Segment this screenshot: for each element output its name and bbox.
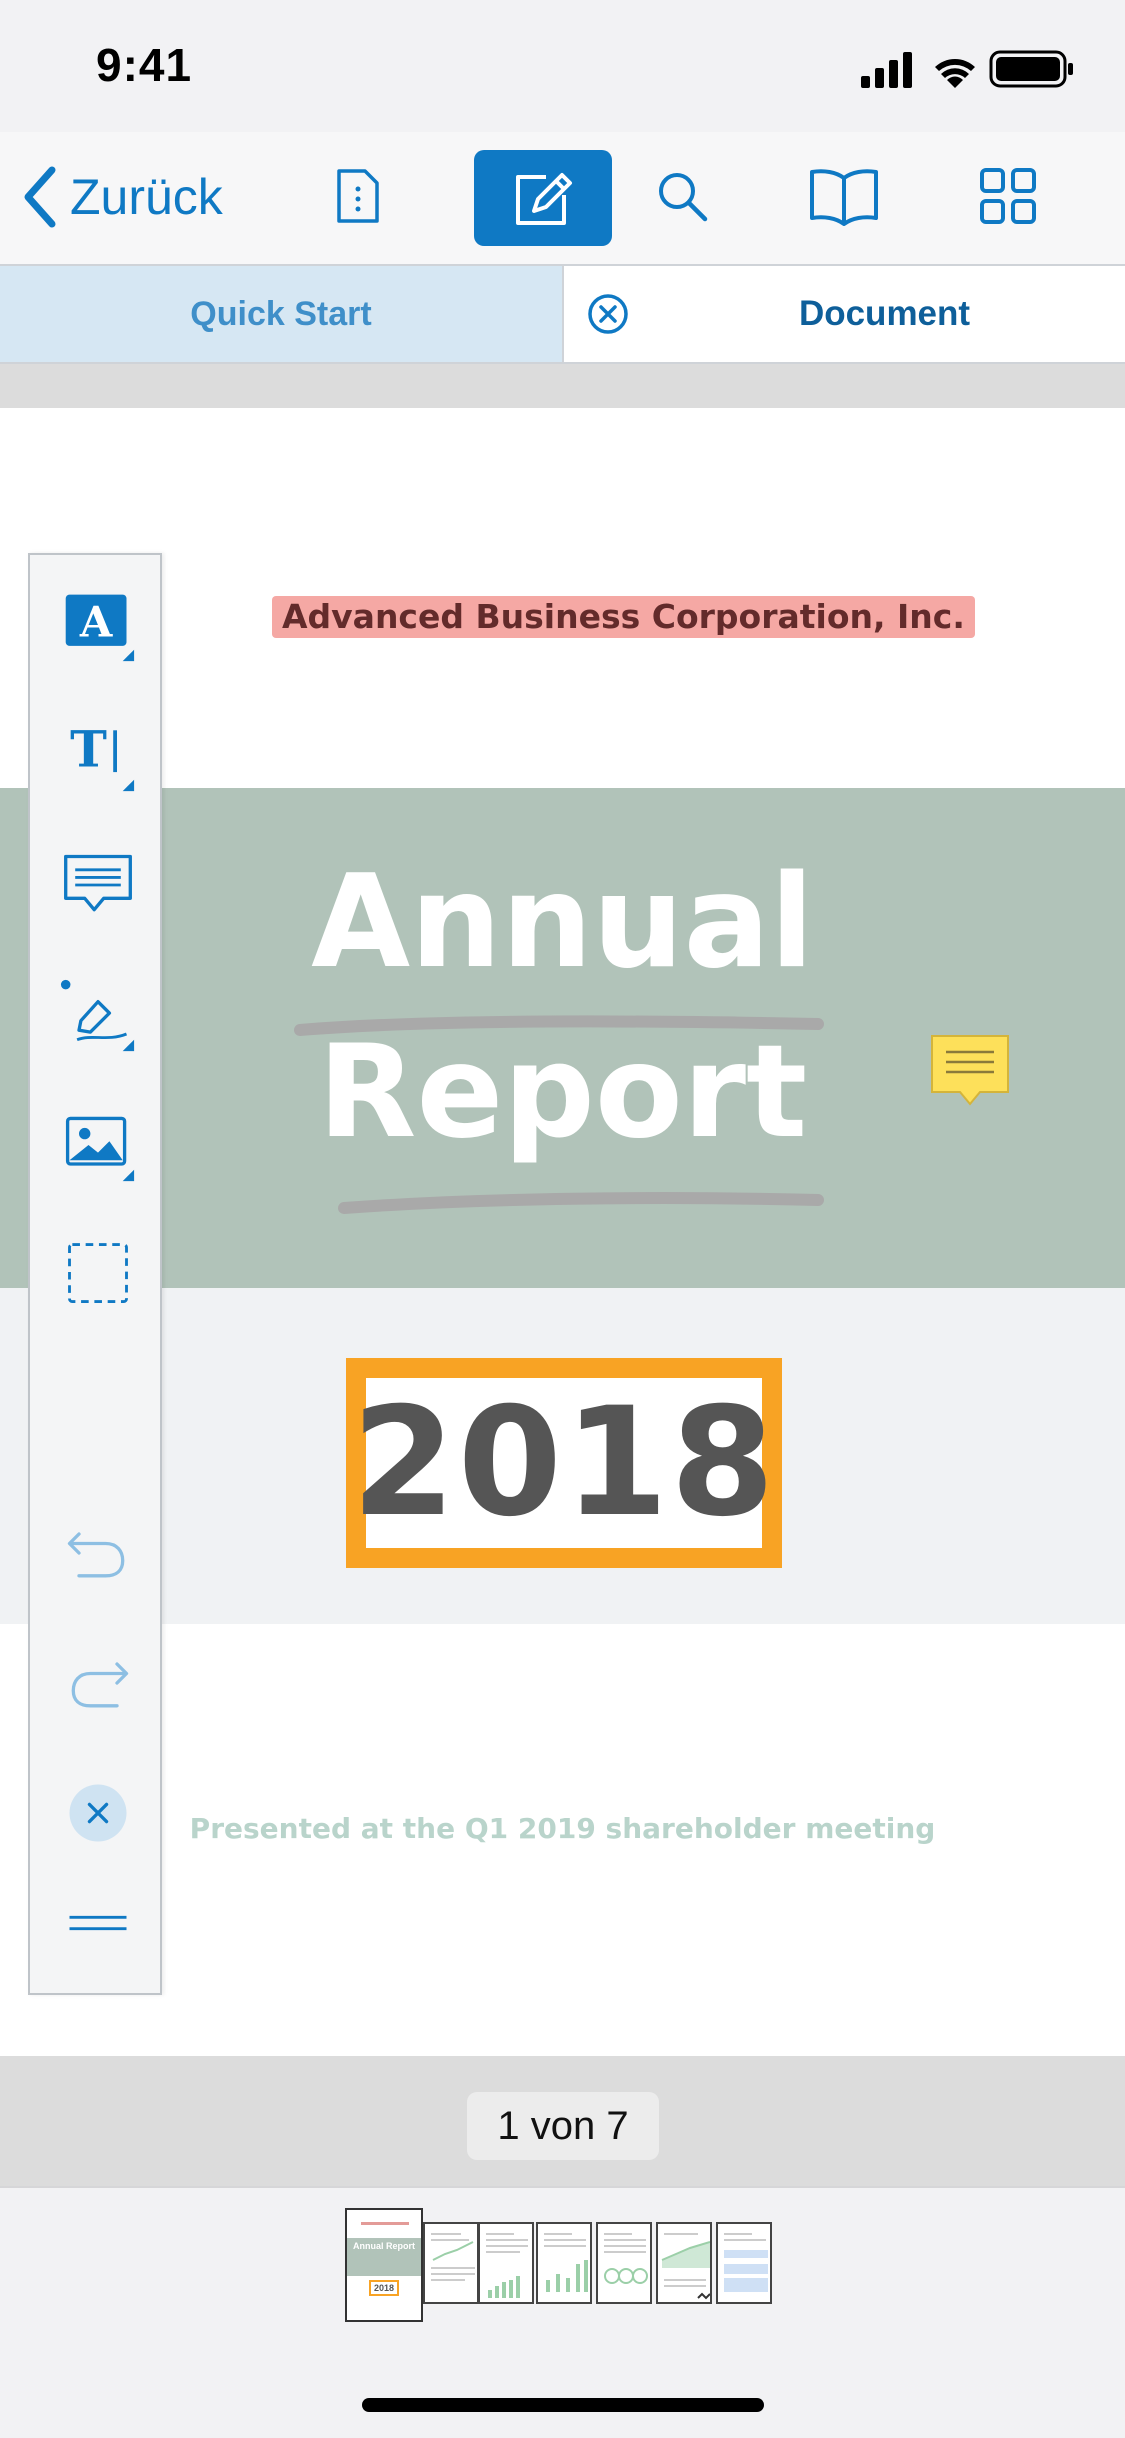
status-icons — [861, 46, 1081, 92]
image-tool-button[interactable] — [60, 1107, 136, 1183]
thumbnail-page-1[interactable]: Annual Report 2018 — [345, 2208, 423, 2322]
year-box: 2018 — [346, 1358, 782, 1568]
thumb-year: 2018 — [369, 2280, 399, 2296]
highlight-tool-button[interactable]: A — [60, 587, 136, 663]
thumbnail-page-6[interactable] — [656, 2222, 712, 2304]
drag-handle-icon — [69, 1915, 127, 1931]
redo-button[interactable] — [60, 1645, 136, 1721]
note-tool-button[interactable] — [60, 847, 136, 923]
bookmarks-button[interactable] — [794, 146, 894, 246]
home-indicator[interactable] — [362, 2398, 764, 2412]
document-outline-button[interactable] — [308, 146, 408, 246]
tab-document-label: Document — [798, 294, 971, 333]
free-text-tool-button[interactable]: T — [60, 717, 136, 793]
selection-rect-icon — [68, 1243, 128, 1304]
thumbnail-page-4[interactable] — [536, 2222, 592, 2304]
search-button[interactable] — [632, 146, 732, 246]
undo-button[interactable] — [60, 1515, 136, 1591]
cellular-signal-icon — [861, 52, 912, 88]
thumb-title: Annual Report — [353, 2241, 415, 2251]
thumbnail-grid-button[interactable] — [958, 146, 1058, 246]
wifi-icon — [935, 59, 975, 88]
highlight-text-icon: A — [65, 594, 135, 662]
chevron-left-icon — [24, 166, 56, 228]
thumbnail-page-5[interactable] — [596, 2222, 652, 2304]
tab-quick-start[interactable]: Quick Start — [0, 266, 562, 362]
svg-text:A: A — [79, 597, 113, 646]
edit-pencil-icon — [516, 173, 572, 225]
annotation-toolbar: A T — [28, 553, 162, 1995]
navigation-bar: Zurück — [0, 132, 1125, 266]
toolbar-drag-handle[interactable] — [60, 1885, 136, 1961]
back-button[interactable]: Zurück — [22, 162, 223, 232]
tab-document[interactable]: Document — [564, 266, 1125, 362]
sticky-note-icon[interactable] — [928, 1032, 1012, 1116]
battery-icon — [989, 50, 1073, 88]
back-label: Zurück — [70, 169, 223, 225]
thumb-company-line — [361, 2222, 409, 2225]
image-icon — [65, 1116, 135, 1182]
close-icon — [69, 1784, 127, 1842]
year-band: 2018 — [0, 1288, 1125, 1624]
svg-text:T: T — [70, 720, 107, 778]
thumbnail-page-2[interactable] — [423, 2222, 479, 2304]
document-outline-icon — [337, 169, 379, 223]
edit-annotations-button[interactable] — [474, 150, 612, 246]
undo-icon — [67, 1532, 125, 1578]
grid-icon — [980, 168, 1036, 224]
ink-tool-button[interactable] — [60, 977, 136, 1053]
document-page[interactable]: Advanced Business Corporation, Inc. Annu… — [0, 408, 1125, 2056]
redo-icon — [71, 1662, 129, 1708]
document-tabs: Quick Start Document — [0, 266, 1125, 364]
thumbnail-page-7[interactable] — [716, 2222, 772, 2304]
close-toolbar-button[interactable] — [60, 1775, 136, 1851]
ink-pen-icon — [60, 979, 135, 1052]
book-icon — [810, 169, 878, 226]
selection-tool-button[interactable] — [60, 1237, 136, 1313]
presented-caption: Presented at the Q1 2019 shareholder mee… — [189, 1812, 936, 1845]
thumbnail-page-3[interactable] — [478, 2222, 534, 2304]
text-tool-icon: T — [70, 720, 135, 792]
comment-icon — [64, 854, 132, 912]
search-icon — [659, 173, 708, 222]
company-name-highlighted[interactable]: Advanced Business Corporation, Inc. — [272, 596, 975, 638]
page-indicator: 1 von 7 — [467, 2092, 659, 2160]
status-time: 9:41 — [96, 39, 193, 91]
title-band: Annual Report — [0, 788, 1125, 1288]
